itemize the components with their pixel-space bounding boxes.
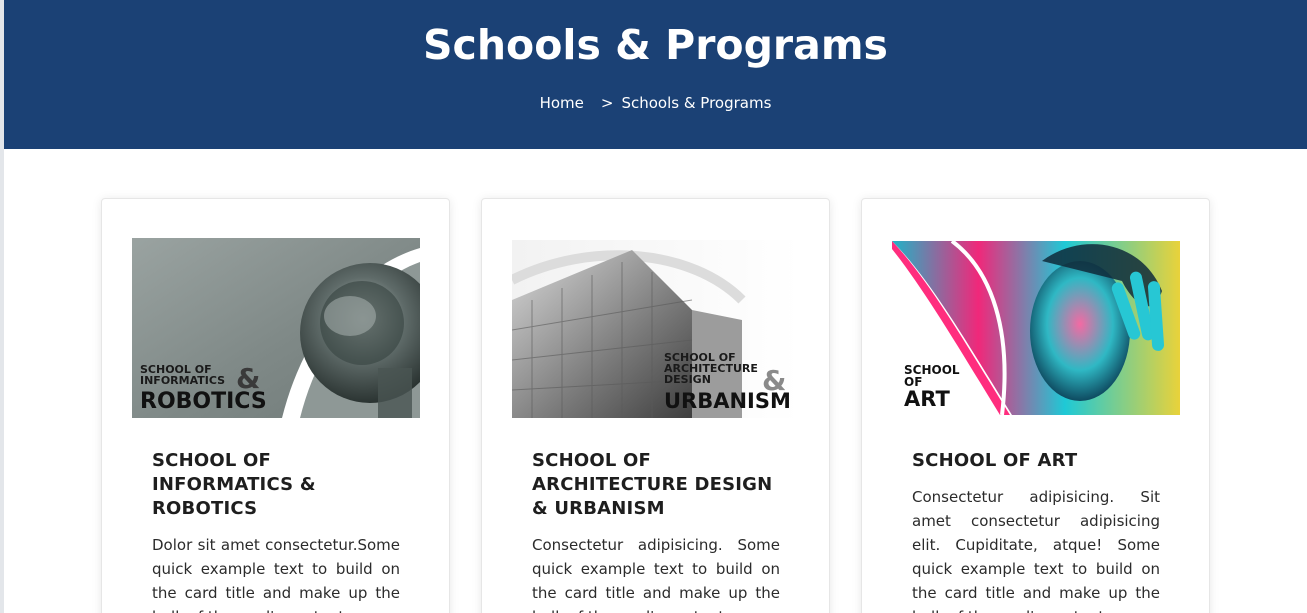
image-text-line3: ROBOTICS [140, 389, 267, 414]
image-text-line3: DESIGN [664, 373, 711, 386]
image-text-line2: INFORMATICS [140, 374, 225, 387]
breadcrumb-separator: > [600, 94, 614, 112]
image-text-line4: URBANISM [664, 389, 791, 413]
page-header: Schools & Programs Home > Schools & Progra… [4, 0, 1307, 149]
breadcrumb-home-link[interactable]: Home [540, 94, 584, 112]
image-text-line3: ART [904, 387, 950, 411]
card-title[interactable]: SCHOOL OF ARCHITECTURE DESIGN & URBANISM [532, 449, 782, 521]
breadcrumb-current: Schools & Programs [621, 94, 772, 112]
card-description: Dolor sit amet consectetur.Some quick ex… [152, 536, 400, 613]
card-title[interactable]: SCHOOL OF INFORMATICS & ROBOTICS [152, 449, 402, 521]
card-description: Consectetur adipisicing. Sit amet consec… [912, 488, 1160, 613]
card-title[interactable]: SCHOOL OF ART [912, 449, 1162, 473]
breadcrumb: Home > Schools & Programs [4, 93, 1307, 113]
card-description: Consectetur adipisicing. Some quick exam… [532, 536, 780, 613]
page-title: Schools & Programs [423, 21, 888, 69]
school-card-art[interactable]: SCHOOL OF ART SCHOOL OF ART Consectetur … [861, 198, 1210, 613]
art-image[interactable]: SCHOOL OF ART [892, 241, 1180, 415]
informatics-robotics-image[interactable]: SCHOOL OF INFORMATICS & ROBOTICS [132, 238, 420, 418]
school-card-informatics[interactable]: SCHOOL OF INFORMATICS & ROBOTICS SCHOOL … [101, 198, 450, 613]
school-card-architecture[interactable]: SCHOOL OF ARCHITECTURE DESIGN & URBANISM… [481, 198, 830, 613]
architecture-urbanism-image[interactable]: SCHOOL OF ARCHITECTURE DESIGN & URBANISM [512, 240, 800, 418]
